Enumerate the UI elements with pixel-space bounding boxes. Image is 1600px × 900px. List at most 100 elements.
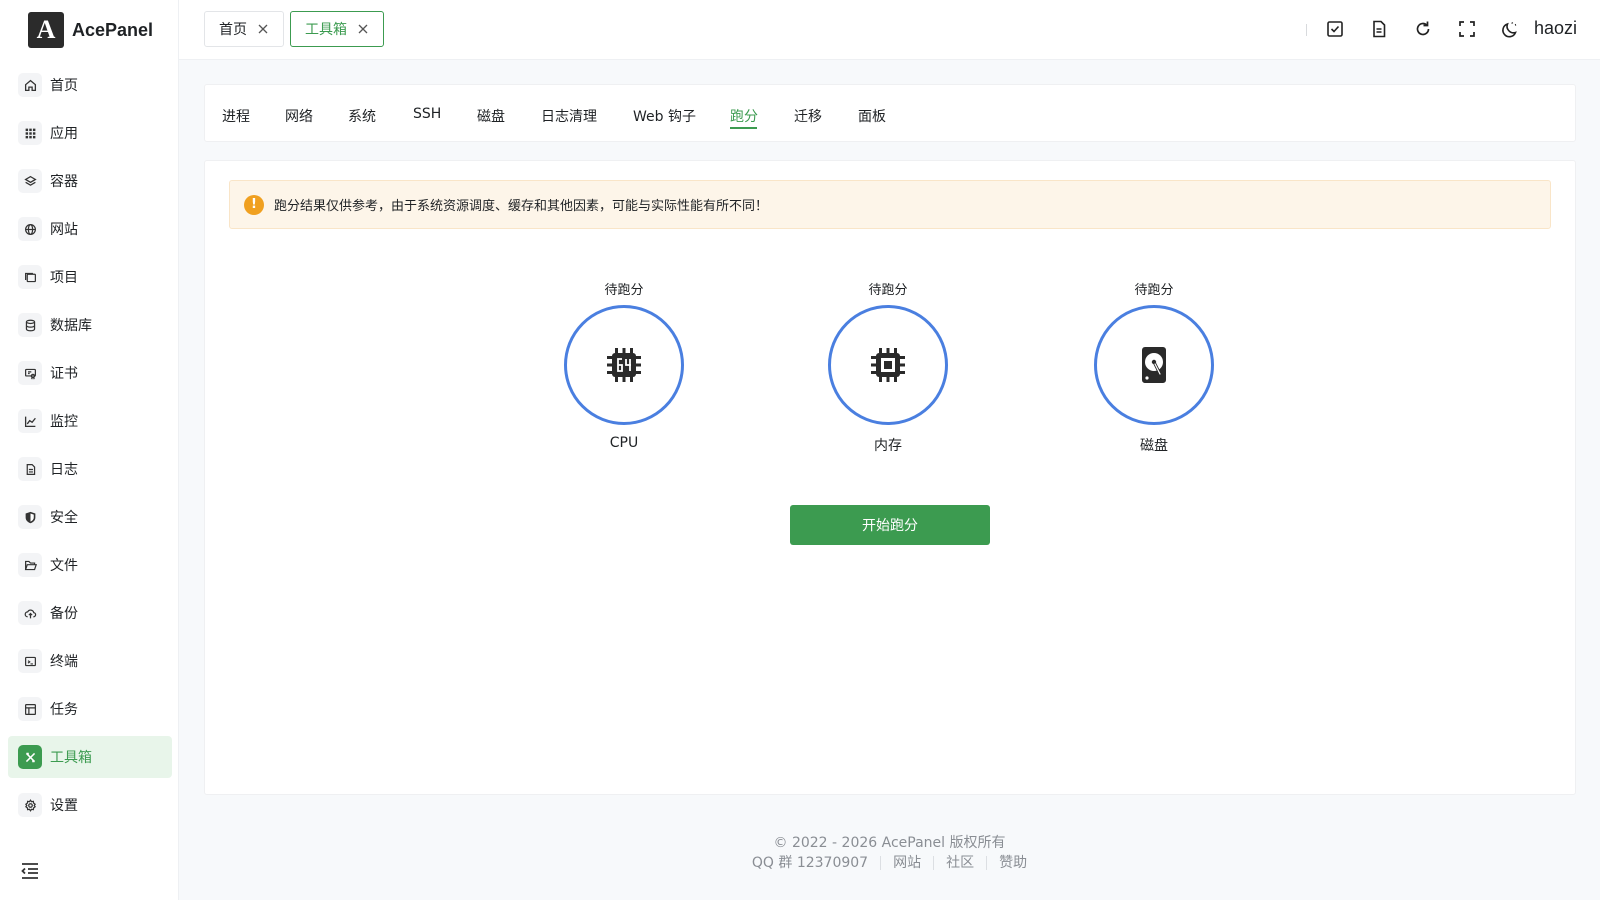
username[interactable]: haozi	[1534, 18, 1577, 39]
sidebar-item-label: 终端	[50, 654, 78, 670]
folder-open-icon	[18, 553, 42, 577]
close-icon[interactable]	[257, 23, 269, 35]
sidebar-item-security[interactable]: 安全	[8, 496, 172, 538]
hard-drive-icon	[1142, 347, 1166, 383]
sidebar-item-backup[interactable]: 备份	[8, 592, 172, 634]
sidebar-item-label: 数据库	[50, 318, 92, 334]
logo-text: AcePanel	[72, 19, 154, 40]
collapse-sidebar-icon[interactable]	[20, 861, 40, 881]
active-tab-indicator	[730, 127, 757, 129]
terminal-icon	[18, 649, 42, 673]
sidebar-item-label: 应用	[50, 126, 78, 142]
cloud-upload-icon	[18, 601, 42, 625]
sidebar-nav: 首页 应用 容器 网站 项目 数据库 证书 监控 日志 安全 文件 备份 终端 …	[8, 64, 172, 832]
tab-network[interactable]: 网络	[285, 106, 313, 126]
footer-link-community[interactable]: 社区	[933, 856, 986, 870]
header-divider	[1306, 24, 1307, 36]
sidebar-item-websites[interactable]: 网站	[8, 208, 172, 250]
copyright: © 2022 - 2026 AcePanel 版权所有	[773, 835, 1006, 851]
tab-disk[interactable]: 磁盘	[477, 106, 505, 126]
notice-text: 跑分结果仅供参考，由于系统资源调度、缓存和其他因素，可能与实际性能有所不同！	[274, 199, 769, 214]
tab-migration[interactable]: 迁移	[794, 106, 822, 126]
benchmark-label: 磁盘	[1140, 438, 1168, 454]
sidebar-item-files[interactable]: 文件	[8, 544, 172, 586]
certificate-icon	[18, 361, 42, 385]
sidebar-item-certificates[interactable]: 证书	[8, 352, 172, 394]
tab-label: 首页	[219, 22, 247, 38]
refresh-icon[interactable]	[1413, 19, 1433, 39]
top-header: 首页 工具箱 haozi	[179, 0, 1600, 60]
gear-icon	[18, 793, 42, 817]
sidebar-item-label: 日志	[50, 462, 78, 478]
sidebar-item-label: 监控	[50, 414, 78, 430]
tab-webhook[interactable]: Web 钩子	[633, 106, 696, 126]
sidebar-item-containers[interactable]: 容器	[8, 160, 172, 202]
start-benchmark-button[interactable]: 开始跑分	[790, 505, 990, 545]
sidebar-item-label: 设置	[50, 798, 78, 814]
footer: © 2022 - 2026 AcePanel 版权所有 QQ 群 1237090…	[179, 832, 1600, 870]
sidebar-item-toolbox[interactable]: 工具箱	[8, 736, 172, 778]
benchmark-cpu: 待跑分 CPU	[562, 279, 686, 451]
globe-icon	[18, 217, 42, 241]
benchmark-status: 待跑分	[1134, 283, 1174, 298]
cpu-64-icon	[607, 348, 641, 382]
tab-log-cleanup[interactable]: 日志清理	[541, 106, 597, 126]
benchmark-notice: ! 跑分结果仅供参考，由于系统资源调度、缓存和其他因素，可能与实际性能有所不同！	[229, 180, 1551, 229]
sidebar-item-label: 项目	[50, 270, 78, 286]
logo-icon: A	[28, 12, 64, 48]
qq-group: QQ 群 12370907	[751, 855, 869, 871]
tab-benchmark[interactable]: 跑分	[730, 106, 758, 126]
close-icon[interactable]	[357, 23, 369, 35]
footer-link-sponsor[interactable]: 赞助	[986, 856, 1039, 870]
checkbox-icon[interactable]	[1325, 19, 1345, 39]
tools-icon	[18, 745, 42, 769]
tab-system[interactable]: 系统	[348, 106, 376, 126]
sidebar-item-label: 工具箱	[50, 750, 92, 766]
footer-links: QQ 群 12370907 网站 社区 赞助	[179, 856, 1600, 870]
sidebar-item-projects[interactable]: 项目	[8, 256, 172, 298]
tab-ssh[interactable]: SSH	[413, 106, 441, 122]
chart-line-icon	[18, 409, 42, 433]
benchmark-label: CPU	[609, 435, 639, 451]
memory-chip-icon	[871, 348, 905, 382]
tab-toolbox[interactable]: 工具箱	[290, 11, 384, 47]
sidebar-item-settings[interactable]: 设置	[8, 784, 172, 826]
benchmark-status: 待跑分	[604, 283, 644, 298]
layers-icon	[18, 169, 42, 193]
sidebar-item-label: 文件	[50, 558, 78, 574]
home-icon	[18, 73, 42, 97]
benchmark-ring[interactable]	[828, 305, 948, 425]
footer-link-website[interactable]: 网站	[880, 856, 933, 870]
tab-home[interactable]: 首页	[204, 11, 284, 47]
sidebar-item-apps[interactable]: 应用	[8, 112, 172, 154]
tab-panel[interactable]: 面板	[858, 106, 886, 126]
sidebar: A AcePanel 首页 应用 容器 网站 项目 数据库 证书 监控 日志 安…	[0, 0, 179, 900]
logo[interactable]: A AcePanel	[28, 12, 153, 48]
folders-icon	[18, 265, 42, 289]
task-list-icon	[18, 697, 42, 721]
benchmark-ring[interactable]	[1094, 305, 1214, 425]
grid-icon	[18, 121, 42, 145]
benchmark-disk: 待跑分 磁盘	[1092, 279, 1216, 455]
notes-icon[interactable]	[1369, 19, 1389, 39]
tab-label: 工具箱	[305, 22, 347, 38]
sidebar-item-tasks[interactable]: 任务	[8, 688, 172, 730]
benchmark-ring[interactable]	[564, 305, 684, 425]
database-icon	[18, 313, 42, 337]
shield-icon	[18, 505, 42, 529]
sidebar-item-logs[interactable]: 日志	[8, 448, 172, 490]
sidebar-item-label: 证书	[50, 366, 78, 382]
sidebar-item-label: 网站	[50, 222, 78, 238]
tab-process[interactable]: 进程	[222, 106, 250, 126]
sidebar-item-label: 备份	[50, 606, 78, 622]
sidebar-item-terminal[interactable]: 终端	[8, 640, 172, 682]
sidebar-item-home[interactable]: 首页	[8, 64, 172, 106]
moon-icon[interactable]	[1501, 19, 1521, 39]
fullscreen-icon[interactable]	[1457, 19, 1477, 39]
warning-icon: !	[244, 194, 264, 215]
sidebar-item-label: 首页	[50, 78, 78, 94]
sidebar-item-database[interactable]: 数据库	[8, 304, 172, 346]
benchmark-memory: 待跑分 内存	[826, 279, 950, 455]
sidebar-item-monitor[interactable]: 监控	[8, 400, 172, 442]
toolbox-tabs: 进程 网络 系统 SSH 磁盘 日志清理 Web 钩子 跑分 迁移 面板	[204, 84, 1576, 142]
